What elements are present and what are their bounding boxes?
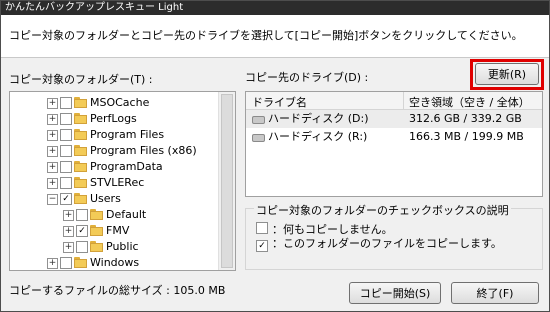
legend-unchecked: ：何もコピーしません。 [256,221,393,236]
expand-icon[interactable]: + [47,130,58,141]
folder-icon [74,113,87,124]
refresh-highlight [470,59,544,90]
folder-icon [90,241,103,252]
drive-list-header: ドライブ名 空き領域（空き / 全体） [246,92,542,110]
title-bar: かんたんバックアップレスキュー Light [1,1,549,15]
column-separator [403,92,404,109]
hard-disk-icon [252,116,265,124]
app-window: かんたんバックアップレスキュー Light コピー対象のフォルダーとコピー先のド… [0,0,550,312]
drive-space: 166.3 MB / 199.9 MB [409,130,524,143]
checkbox[interactable] [60,97,72,109]
total-size-text: コピーするファイルの総サイズ : 105.0 MB [9,284,226,297]
folder-icon [74,145,87,156]
tree-scrollbar[interactable] [218,92,235,270]
checkbox-legend-group: コピー対象のフォルダーのチェックボックスの説明 ：何もコピーしません。 ✓ ：この… [245,202,543,270]
instruction-text: コピー対象のフォルダーとコピー先のドライブを選択して[コピー開始]ボタンをクリッ… [9,29,523,42]
tree-item-windows[interactable]: + Windows [10,254,215,270]
drive-name: ハードディスク (R:) [268,130,368,143]
drive-row-r[interactable]: ハードディスク (R:) 166.3 MB / 199.9 MB [246,128,542,146]
hard-disk-icon [252,134,265,142]
legend-checked: ✓ ：このフォルダーのファイルをコピーします。 [256,237,502,252]
copy-start-button[interactable]: コピー開始(S) [349,282,441,304]
scrollbar-thumb[interactable] [221,94,233,268]
checkbox[interactable] [60,129,72,141]
unchecked-box-icon [256,222,268,234]
collapse-icon[interactable]: − [47,194,58,205]
folder-icon [74,193,87,204]
checkbox[interactable] [60,113,72,125]
checkbox[interactable] [76,241,88,253]
expand-icon[interactable]: + [47,114,58,125]
drive-list[interactable]: ドライブ名 空き領域（空き / 全体） ハードディスク (D:) 312.6 G… [245,91,543,197]
folder-icon [74,161,87,172]
legend-unchecked-text: ：何もコピーしません。 [272,223,393,236]
folder-icon [74,129,87,140]
instruction-panel: コピー対象のフォルダーとコピー先のドライブを選択して[コピー開始]ボタンをクリッ… [1,15,549,58]
folder-tree[interactable]: + MSOCache + PerfLogs + Program Files + … [9,91,236,271]
expand-icon[interactable]: + [63,210,74,221]
folder-icon [90,225,103,236]
checkbox[interactable] [60,161,72,173]
expand-icon[interactable]: + [47,178,58,189]
folder-icon [90,209,103,220]
expand-icon[interactable]: + [47,98,58,109]
drive-space: 312.6 GB / 339.2 GB [409,112,522,125]
drive-row-d[interactable]: ハードディスク (D:) 312.6 GB / 339.2 GB [246,110,542,128]
exit-button[interactable]: 終了(F) [451,282,539,304]
checkbox[interactable] [76,209,88,221]
expand-icon[interactable]: + [63,226,74,237]
checkbox[interactable] [60,177,72,189]
checkbox-checked[interactable]: ✓ [60,193,72,205]
folders-label: コピー対象のフォルダー(T) : [9,73,153,86]
drives-label: コピー先のドライブ(D) : [245,71,369,84]
folder-icon [74,177,87,188]
legend-checked-text: ：このフォルダーのファイルをコピーします。 [272,237,502,250]
expand-icon[interactable]: + [47,162,58,173]
column-header-free-space[interactable]: 空き領域（空き / 全体） [409,94,530,110]
checkbox-checked[interactable]: ✓ [76,225,88,237]
checkbox[interactable] [60,257,72,269]
checked-box-icon: ✓ [256,240,268,252]
drive-name: ハードディスク (D:) [268,112,369,125]
legend-title: コピー対象のフォルダーのチェックボックスの説明 [254,202,511,218]
column-header-drive-name[interactable]: ドライブ名 [252,94,307,110]
checkbox[interactable] [60,145,72,157]
expand-icon[interactable]: + [47,258,58,269]
folder-icon [74,257,87,268]
folder-icon [74,97,87,108]
expand-icon[interactable]: + [63,242,74,253]
tree-item-label: Windows [90,256,140,269]
expand-icon[interactable]: + [47,146,58,157]
